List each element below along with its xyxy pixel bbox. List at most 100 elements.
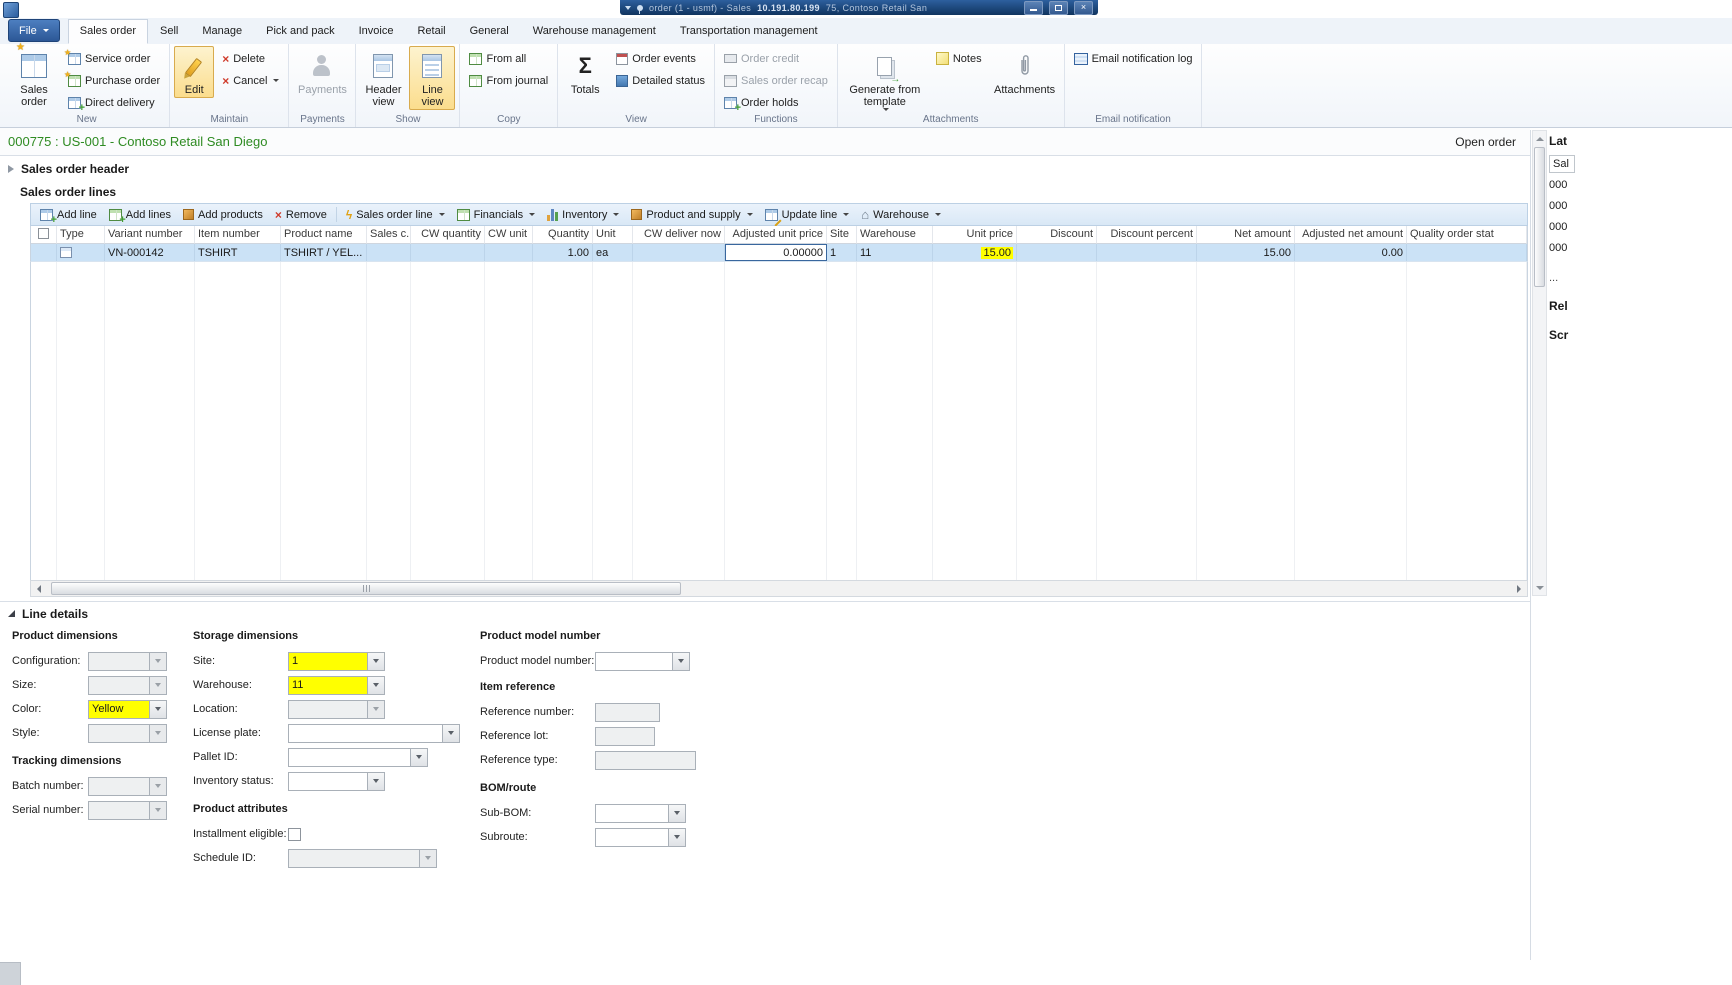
grid-cell[interactable]: ea <box>593 244 633 261</box>
inventory-menu[interactable]: Inventory <box>542 207 624 223</box>
vertical-scroll-thumb[interactable] <box>1534 147 1545 287</box>
sub-bom-combobox[interactable] <box>595 804 686 823</box>
factbox-section-title[interactable]: Rel <box>1549 299 1732 313</box>
grid-cell[interactable]: TSHIRT <box>195 244 281 261</box>
close-button[interactable]: × <box>1074 1 1093 15</box>
pin-icon[interactable] <box>637 5 643 11</box>
grid-column-header[interactable]: Sales c... <box>367 226 411 244</box>
grid-column-header[interactable]: CW deliver now <box>633 226 725 244</box>
line-view-button[interactable]: Line view <box>409 46 455 110</box>
select-all-checkbox[interactable] <box>38 228 49 239</box>
tab-sell[interactable]: Sell <box>148 19 190 44</box>
header-view-button[interactable]: Header view <box>360 46 406 110</box>
color-combobox[interactable]: Yellow <box>88 700 167 719</box>
grid-header-select[interactable] <box>31 226 57 244</box>
factbox-section-title[interactable]: Scr <box>1549 328 1732 342</box>
direct-delivery-button[interactable]: +Direct delivery <box>63 92 165 113</box>
product-and-supply-menu[interactable]: Product and supply <box>626 207 757 223</box>
generate-from-template-button[interactable]: → Generate from template <box>842 46 928 113</box>
order-events-button[interactable]: Order events <box>611 48 710 69</box>
combobox-dropdown-button[interactable] <box>367 773 384 790</box>
add-line-button[interactable]: +Add line <box>35 207 102 223</box>
grid-column-header[interactable]: Unit price <box>933 226 1017 244</box>
grid-cell[interactable]: 1 <box>827 244 857 261</box>
grid-cell[interactable] <box>411 244 485 261</box>
grid-cell[interactable] <box>57 244 105 261</box>
combobox-dropdown-button[interactable] <box>668 805 685 822</box>
pallet-id-combobox[interactable] <box>288 748 428 767</box>
sales-order-line-menu[interactable]: ϟSales order line <box>341 207 450 223</box>
grid-cell[interactable]: TSHIRT / YEL... <box>281 244 367 261</box>
combobox-dropdown-button[interactable] <box>442 725 459 742</box>
from-journal-button[interactable]: From journal <box>464 70 553 91</box>
minimize-button[interactable] <box>1024 1 1043 15</box>
grid-cell[interactable] <box>1017 244 1097 261</box>
grid-column-header[interactable]: Adjusted net amount <box>1295 226 1407 244</box>
horizontal-scroll-thumb[interactable] <box>51 582 681 595</box>
grid-cell[interactable] <box>31 244 57 261</box>
grid-column-header[interactable]: Quantity <box>533 226 593 244</box>
grid-column-header[interactable]: Quality order stat <box>1407 226 1527 244</box>
order-holds-button[interactable]: +Order holds <box>719 92 833 113</box>
site-combobox[interactable]: 1 <box>288 652 385 671</box>
grid-empty-area[interactable] <box>30 262 1528 580</box>
tab-transportation-management[interactable]: Transportation management <box>668 19 830 44</box>
grid-cell[interactable]: 0.00000 <box>725 244 827 261</box>
grid-cell[interactable]: 15.00 <box>1197 244 1295 261</box>
totals-button[interactable]: Σ Totals <box>562 46 608 98</box>
sales-order-header-section[interactable]: Sales order header <box>0 155 1530 181</box>
grid-cell[interactable] <box>633 244 725 261</box>
factbox-row[interactable]: 000 <box>1549 217 1732 238</box>
horizontal-scrollbar[interactable] <box>30 580 1528 597</box>
scroll-down-arrow[interactable] <box>1533 581 1546 594</box>
email-notification-log-button[interactable]: Email notification log <box>1069 48 1198 69</box>
inventory-status-combobox[interactable] <box>288 772 385 791</box>
grid-column-header[interactable]: Unit <box>593 226 633 244</box>
grid-cell[interactable] <box>1097 244 1197 261</box>
cancel-button[interactable]: ×Cancel <box>217 70 284 91</box>
combobox-dropdown-button[interactable] <box>410 749 427 766</box>
grid-column-header[interactable]: Item number <box>195 226 281 244</box>
update-line-menu[interactable]: Update line <box>760 207 855 223</box>
grid-column-header[interactable]: Site <box>827 226 857 244</box>
grid-cell[interactable] <box>485 244 533 261</box>
financials-menu[interactable]: Financials <box>452 207 541 223</box>
grid-column-header[interactable]: Discount <box>1017 226 1097 244</box>
delete-button[interactable]: ×Delete <box>217 48 284 69</box>
product-model-number-combobox[interactable] <box>595 652 690 671</box>
tab-pick-and-pack[interactable]: Pick and pack <box>254 19 346 44</box>
chevron-down-icon[interactable] <box>625 6 631 10</box>
tab-general[interactable]: General <box>458 19 521 44</box>
installment-eligible-checkbox[interactable] <box>288 828 301 841</box>
factbox-row[interactable]: 000 <box>1549 175 1732 196</box>
line-details-section[interactable]: Line details <box>0 601 1530 625</box>
scroll-up-arrow[interactable] <box>1533 132 1546 145</box>
grid-column-header[interactable]: Warehouse <box>857 226 933 244</box>
factbox-row[interactable]: 000 <box>1549 196 1732 217</box>
grid-column-header[interactable]: Discount percent <box>1097 226 1197 244</box>
vertical-scrollbar[interactable] <box>1532 130 1547 596</box>
from-all-button[interactable]: From all <box>464 48 553 69</box>
warehouse-combobox[interactable]: 11 <box>288 676 385 695</box>
attachments-button[interactable]: Attachments <box>990 46 1060 98</box>
tab-warehouse-management[interactable]: Warehouse management <box>521 19 668 44</box>
combobox-dropdown-button[interactable] <box>367 701 384 718</box>
grid-cell[interactable] <box>1407 244 1527 261</box>
factbox-row[interactable]: 000 <box>1549 238 1732 259</box>
grid-cell[interactable] <box>367 244 411 261</box>
tab-sales-order[interactable]: Sales order <box>68 19 148 44</box>
grid-column-header[interactable]: CW unit <box>485 226 533 244</box>
subroute-combobox[interactable] <box>595 828 686 847</box>
warehouse-menu[interactable]: ⌂Warehouse <box>856 207 946 223</box>
combobox-dropdown-button[interactable] <box>367 677 384 694</box>
grid-cell[interactable]: 11 <box>857 244 933 261</box>
restore-button[interactable] <box>1049 1 1068 15</box>
location-combobox[interactable] <box>288 700 385 719</box>
grid-column-header[interactable]: Adjusted unit price <box>725 226 827 244</box>
grid-row-selected[interactable]: VN-000142TSHIRTTSHIRT / YEL...1.00ea0.00… <box>30 244 1528 262</box>
service-order-button[interactable]: ★Service order <box>63 48 165 69</box>
grid-column-header[interactable]: Variant number <box>105 226 195 244</box>
detailed-status-button[interactable]: Detailed status <box>611 70 710 91</box>
tab-invoice[interactable]: Invoice <box>347 19 406 44</box>
combobox-dropdown-button[interactable] <box>672 653 689 670</box>
